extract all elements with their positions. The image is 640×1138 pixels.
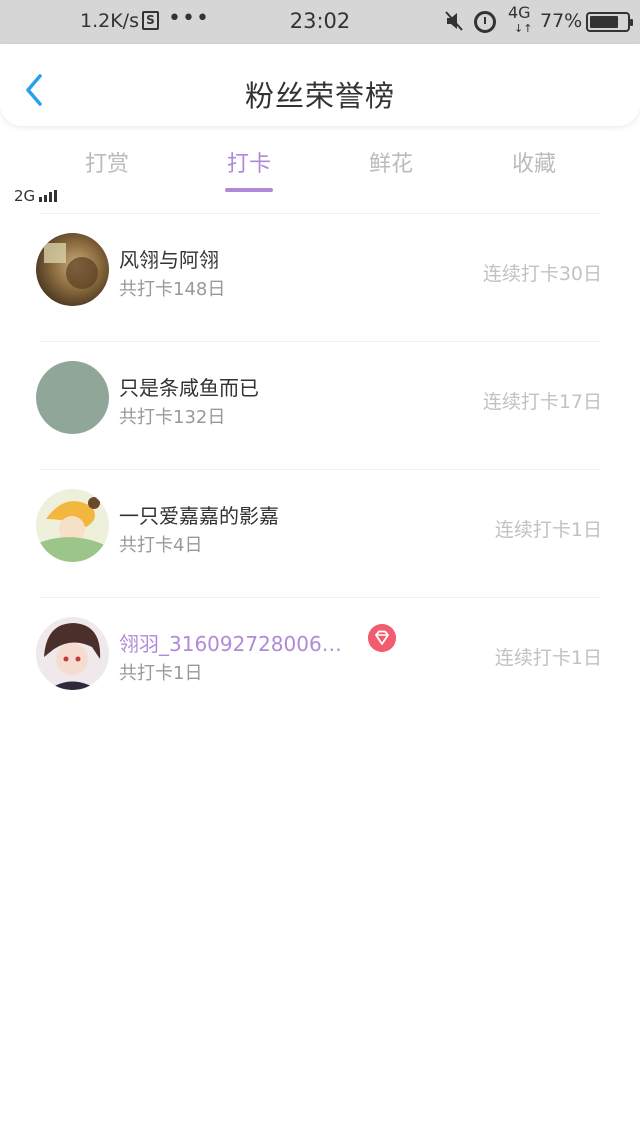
fan-name: 只是条咸鱼而已 [119, 376, 259, 400]
list-item[interactable]: 翎羽_316092728006… 共打卡1日 连续打卡1日 [0, 598, 640, 726]
avatar[interactable] [36, 233, 109, 306]
page-title: 粉丝荣誉榜 [244, 79, 395, 113]
tab-checkin-label: 打卡 [226, 152, 271, 177]
total-checkins: 共打卡1日 [119, 663, 203, 684]
list-item[interactable]: 风翎与阿翎 共打卡148日 连续打卡30日 [0, 214, 640, 342]
status-bar: 4G 2G 1.2K/s S ••• 23:02 4G ↓↑ 77% [0, 0, 640, 205]
tab-reward[interactable]: 打赏 [57, 146, 157, 178]
tab-favorites[interactable]: 收藏 [484, 146, 584, 178]
active-tab-indicator [225, 188, 273, 192]
tab-bar: 打赏 打卡 鲜花 收藏 [0, 126, 640, 206]
fan-name: 一只爱嘉嘉的影嘉 [119, 504, 279, 528]
data-arrows-icon: ↓↑ [514, 22, 533, 35]
fan-name: 翎羽_316092728006… [119, 632, 342, 656]
avatar[interactable] [36, 617, 109, 690]
fan-name: 风翎与阿翎 [119, 248, 219, 272]
avatar[interactable] [36, 489, 109, 562]
battery-icon [586, 12, 633, 32]
total-checkins: 共打卡132日 [119, 407, 226, 428]
streak-count: 连续打卡1日 [494, 519, 602, 541]
fan-list: 风翎与阿翎 共打卡148日 连续打卡30日 只是条咸鱼而已 共打卡132日 连续… [0, 214, 640, 726]
streak-count: 连续打卡30日 [482, 263, 602, 285]
diamond-icon [368, 624, 396, 652]
network-type-3: 4G [508, 3, 531, 22]
streak-count: 连续打卡1日 [494, 647, 602, 669]
avatar[interactable] [36, 361, 109, 434]
tab-checkin[interactable]: 打卡 [199, 146, 299, 192]
total-checkins: 共打卡4日 [119, 535, 203, 556]
header: 粉丝荣誉榜 [0, 44, 640, 126]
streak-count: 连续打卡17日 [482, 391, 602, 413]
mute-icon [445, 11, 463, 31]
list-item[interactable]: 只是条咸鱼而已 共打卡132日 连续打卡17日 [0, 342, 640, 470]
list-item[interactable]: 一只爱嘉嘉的影嘉 共打卡4日 连续打卡1日 [0, 470, 640, 598]
battery-percent: 77% [540, 10, 583, 32]
alarm-icon [474, 11, 496, 33]
tab-flowers[interactable]: 鲜花 [341, 146, 441, 178]
total-checkins: 共打卡148日 [119, 279, 226, 300]
